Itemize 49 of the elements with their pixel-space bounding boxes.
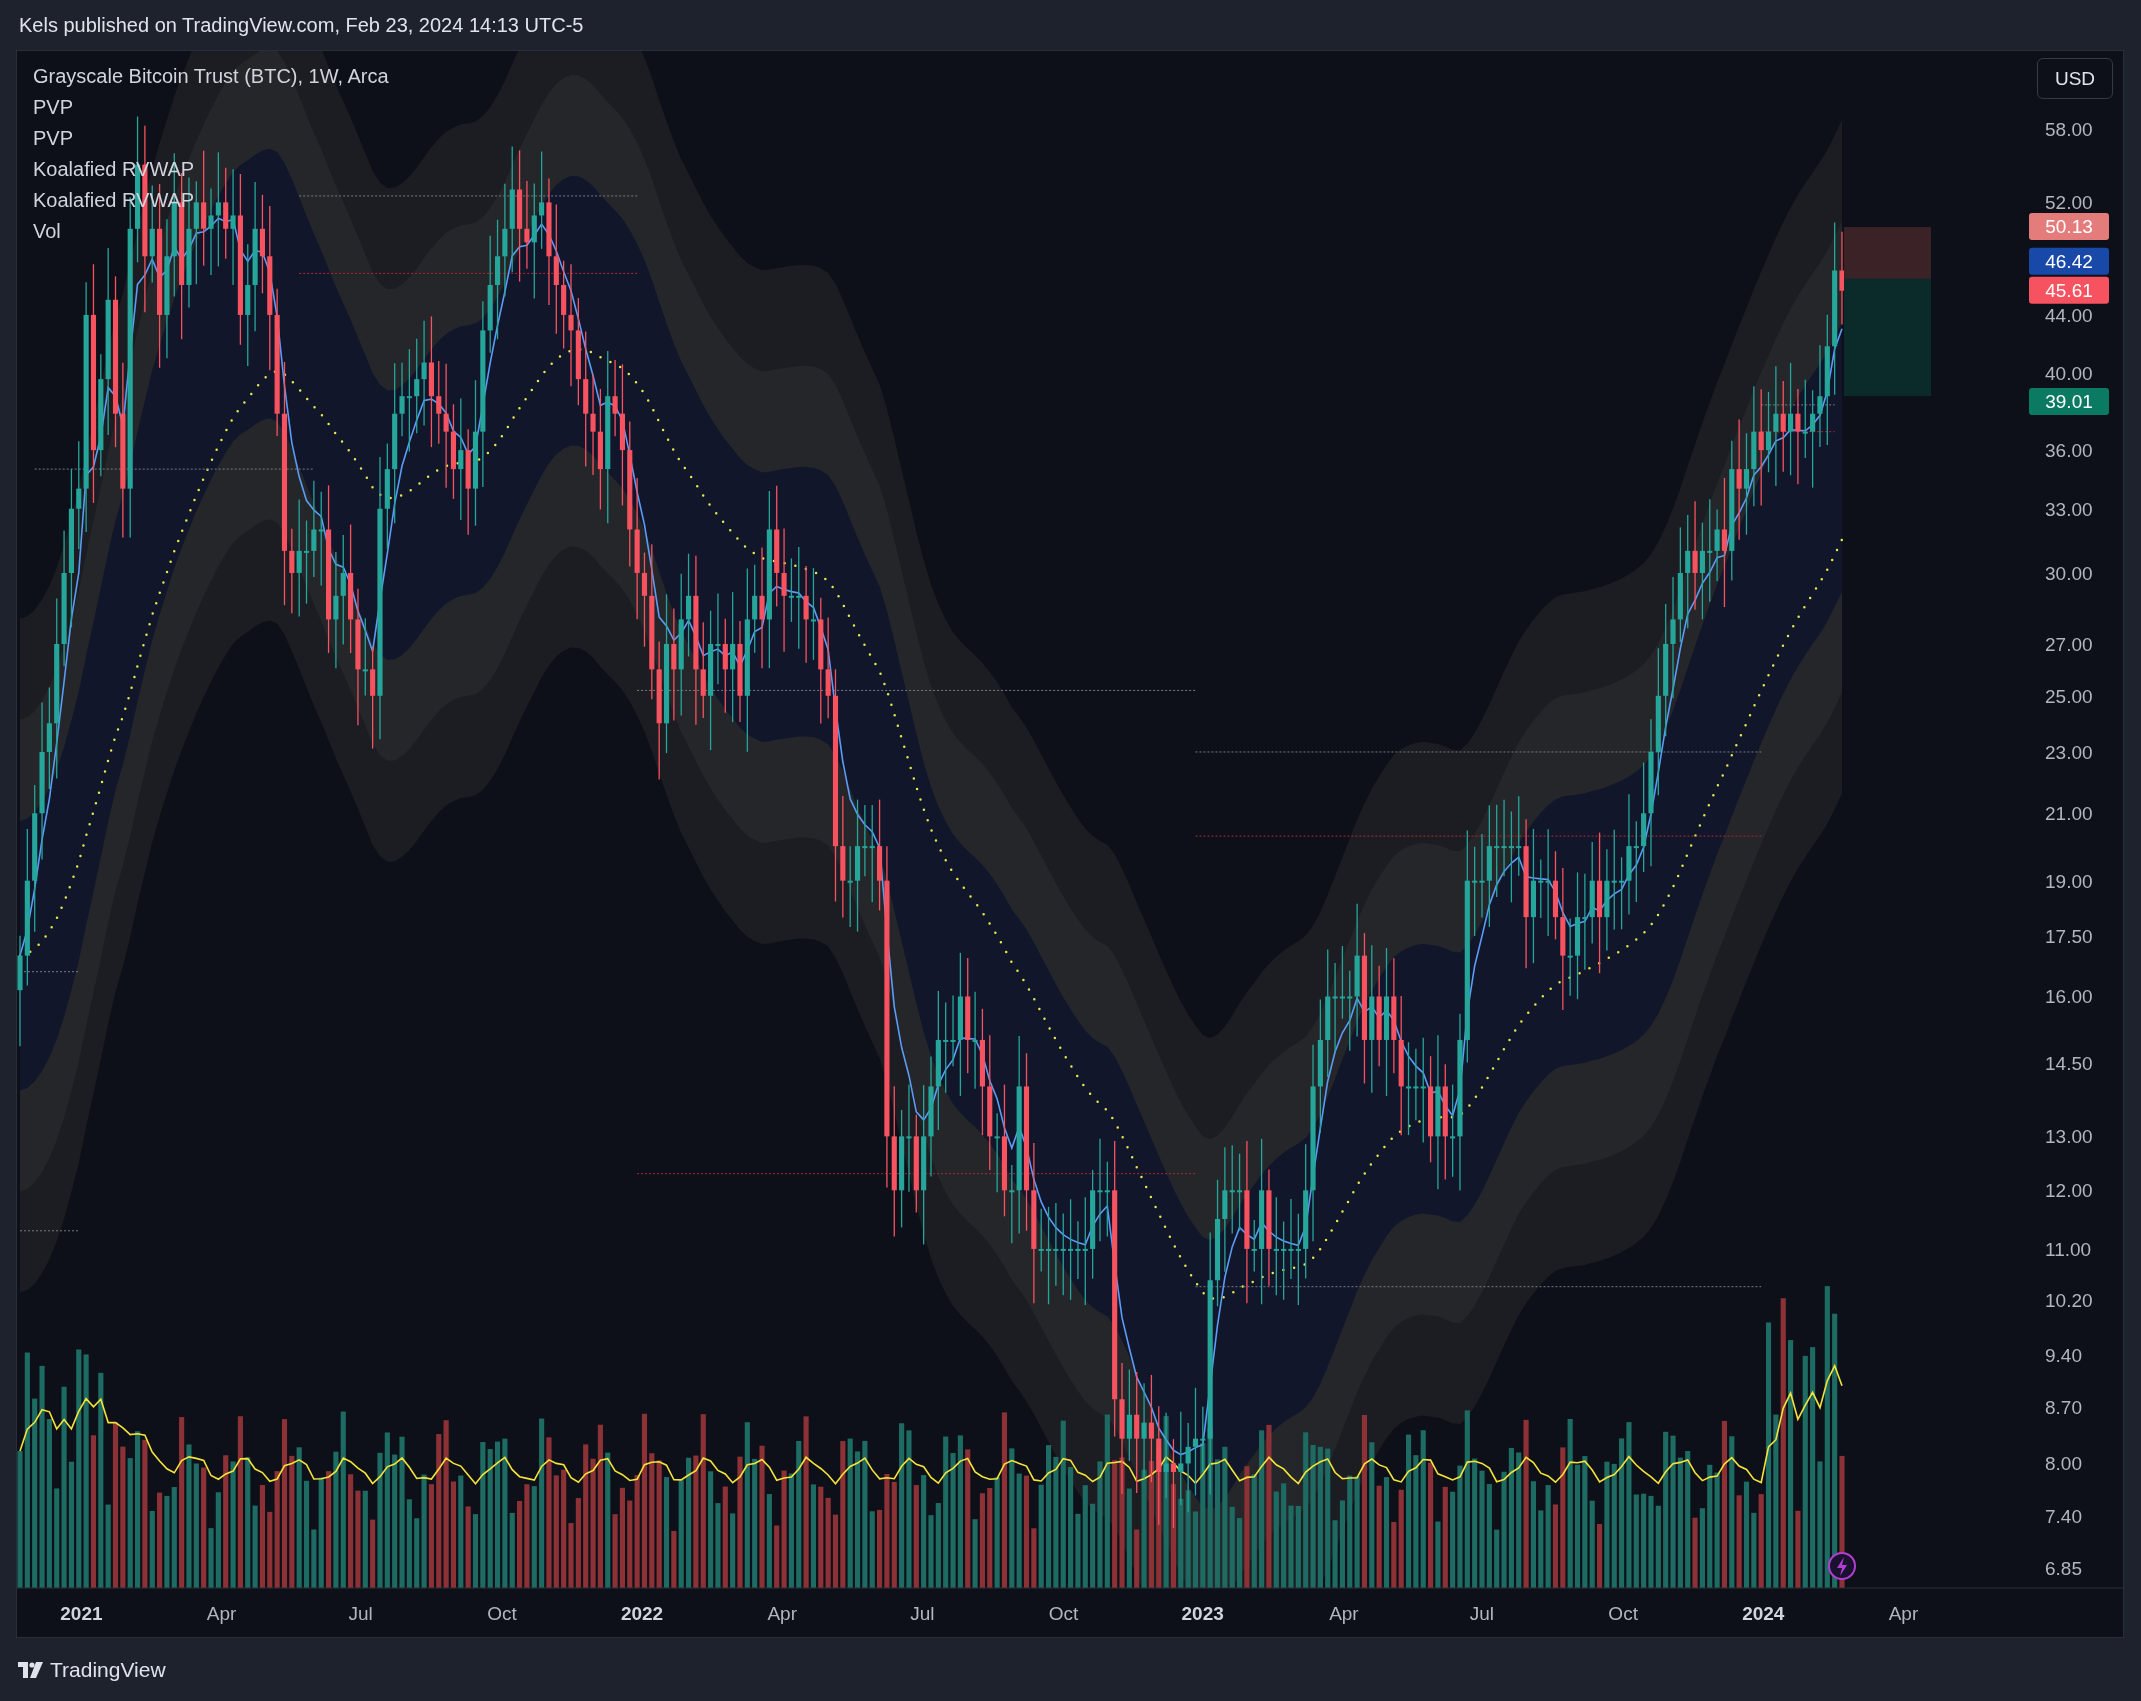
- publisher-line: Kels published on TradingView.com, Feb 23, 2024 14:13 UTC-5: [19, 13, 584, 37]
- price-axis-label: 12.00: [2045, 1180, 2093, 1202]
- price-axis-label: 58.00: [2045, 118, 2093, 140]
- price-tag: 50.13: [2029, 213, 2109, 241]
- price-axis-label: 14.50: [2045, 1052, 2093, 1074]
- price-axis-label: 30.00: [2045, 562, 2093, 584]
- price-axis-label: 25.00: [2045, 685, 2093, 707]
- price-axis-label: 16.00: [2045, 986, 2093, 1008]
- time-axis-label: Apr: [1888, 1603, 1919, 1624]
- price-axis-label: 23.00: [2045, 742, 2093, 763]
- legend-label: PVP: [33, 96, 74, 119]
- price-axis-label: 8.00: [2045, 1453, 2082, 1475]
- price-axis-label: 11.00: [2045, 1238, 2092, 1260]
- time-axis-label: Oct: [1048, 1603, 1079, 1624]
- time-axis-label: 2024: [1742, 1603, 1785, 1624]
- price-axis-label: 44.00: [2045, 304, 2093, 326]
- price-axis-label: 19.00: [2045, 870, 2093, 892]
- currency-button[interactable]: USD: [2037, 58, 2113, 99]
- time-axis-label: Oct: [1608, 1603, 1638, 1624]
- time-axis-label: Oct: [487, 1603, 517, 1624]
- price-axis-label: 21.00: [2045, 803, 2093, 825]
- price-axis-label: 52.00: [2045, 192, 2093, 214]
- time-axis-label: Jul: [1469, 1603, 1495, 1624]
- time-axis-label: Apr: [206, 1603, 237, 1624]
- price-axis-label: 7.40: [2045, 1506, 2082, 1527]
- price-axis-label: 17.50: [2045, 926, 2093, 948]
- legend-label: Vol: [33, 220, 61, 243]
- price-axis-label: 36.00: [2045, 440, 2093, 462]
- time-axis-label: Apr: [767, 1603, 797, 1624]
- price-axis-label: 9.40: [2045, 1344, 2082, 1366]
- price-tag: 39.01: [2029, 388, 2109, 416]
- price-axis-label: 10.20: [2045, 1289, 2093, 1311]
- price-axis-label: 8.70: [2045, 1396, 2082, 1418]
- time-axis-label: Apr: [1329, 1603, 1359, 1624]
- time-axis-label: 2023: [1181, 1603, 1224, 1624]
- time-axis-label: Jul: [910, 1603, 935, 1624]
- legend-label: Grayscale Bitcoin Trust (BTC), 1W, Arca: [33, 65, 389, 88]
- price-axis-label: 27.00: [2045, 633, 2093, 655]
- price-axis-label: 13.00: [2045, 1126, 2093, 1148]
- price-axis-label: 6.85: [2045, 1558, 2082, 1580]
- time-axis-label: Jul: [348, 1603, 373, 1624]
- price-axis-label: 33.00: [2045, 498, 2093, 520]
- brand-name: TradingView: [50, 1657, 166, 1682]
- time-axis-label: 2022: [620, 1603, 664, 1624]
- time-axis-label: 2021: [60, 1603, 103, 1624]
- price-axis-label: 40.00: [2045, 363, 2093, 385]
- legend-label: PVP: [33, 127, 74, 150]
- price-tag: 45.61: [2029, 276, 2109, 304]
- price-tag: 46.42: [2029, 247, 2109, 275]
